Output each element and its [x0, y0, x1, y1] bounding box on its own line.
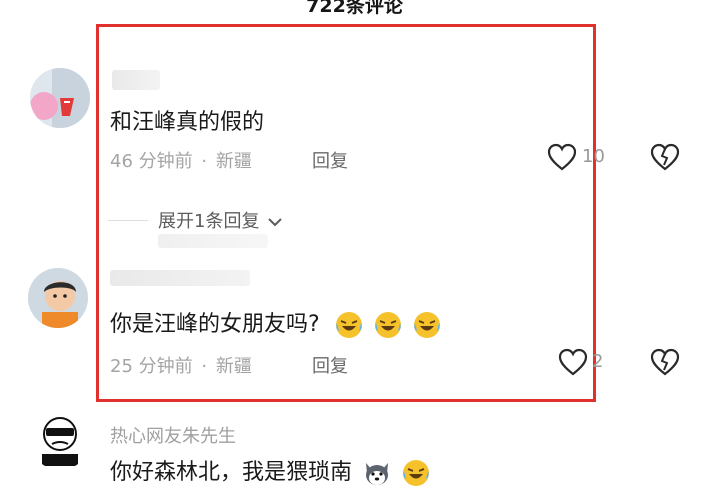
meta-separator: · — [201, 356, 208, 377]
comment-location: 新疆 — [215, 356, 252, 377]
comment-text: 和汪峰真的假的 — [110, 110, 265, 135]
comment-meta: 25 分钟前 · 新疆 — [110, 352, 252, 378]
like-count: 2 — [592, 351, 604, 372]
like-heart-icon[interactable] — [547, 143, 577, 175]
dislike-broken-heart-icon[interactable] — [650, 348, 680, 380]
comment-location: 新疆 — [215, 151, 252, 172]
laugh-cry-emoji-icon — [403, 460, 430, 486]
like-count: 10 — [582, 146, 605, 167]
comment-text: 你好森林北，我是猥琐南 — [110, 454, 430, 487]
expand-replies-label: 展开1条回复 — [158, 211, 260, 232]
reply-button[interactable]: 回复 — [312, 147, 348, 173]
laugh-cry-emoji-icon — [335, 312, 362, 338]
comment-text-content: 你好森林北，我是猥琐南 — [110, 460, 353, 485]
username-blurred — [110, 270, 250, 286]
comment-text-content: 你是汪峰的女朋友吗? — [110, 312, 320, 337]
expand-replies-button[interactable]: 展开1条回复 — [158, 207, 283, 233]
avatar-image — [30, 410, 90, 470]
comment-time: 46 分钟前 — [110, 151, 193, 172]
comment-meta: 46 分钟前 · 新疆 — [110, 147, 252, 173]
like-heart-icon[interactable] — [558, 348, 588, 380]
username[interactable]: 热心网友朱先生 — [110, 422, 236, 448]
laugh-cry-emoji-icon — [374, 312, 401, 338]
comments-count-title: 722条评论 — [306, 0, 403, 17]
username-blurred — [112, 70, 160, 90]
dislike-broken-heart-icon[interactable] — [650, 143, 680, 175]
husky-emoji-icon — [366, 463, 389, 485]
comment-text: 你是汪峰的女朋友吗? — [110, 306, 441, 339]
meta-separator: · — [201, 151, 208, 172]
comment-time: 25 分钟前 — [110, 356, 193, 377]
avatar[interactable] — [30, 410, 90, 470]
reply-button[interactable]: 回复 — [312, 352, 348, 378]
expand-divider — [108, 220, 148, 221]
chevron-down-icon — [268, 218, 282, 227]
laugh-cry-emoji-icon — [413, 312, 440, 338]
avatar[interactable] — [30, 68, 90, 128]
blurred-reply-preview — [158, 234, 268, 248]
avatar-image — [28, 268, 88, 328]
avatar-image — [30, 68, 90, 128]
avatar[interactable] — [28, 268, 88, 328]
